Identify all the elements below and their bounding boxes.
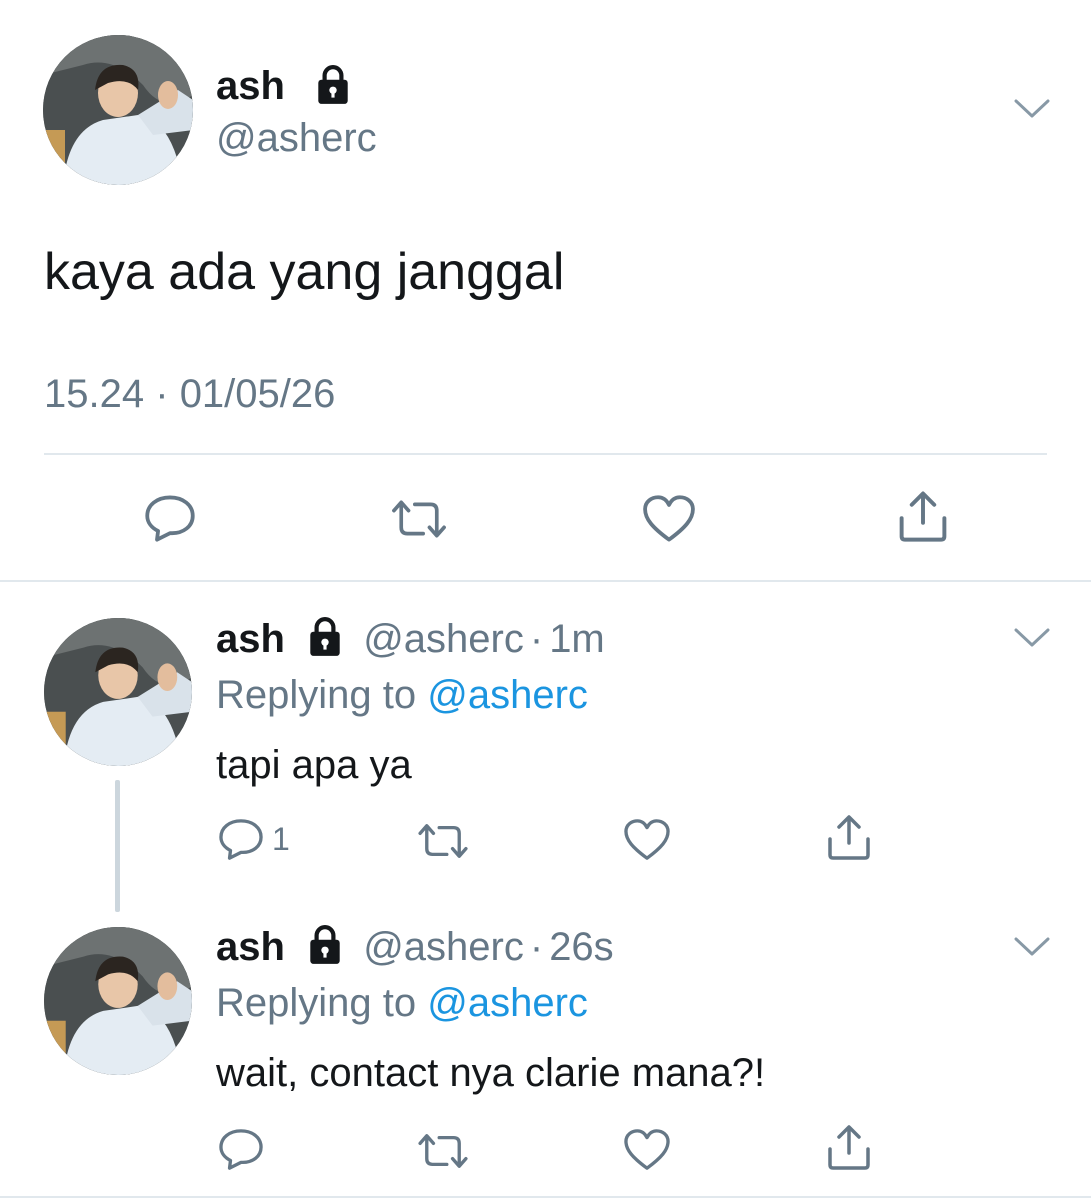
reply-header: ash @asherc · 26s bbox=[216, 924, 614, 970]
like-button[interactable] bbox=[623, 818, 671, 862]
heart-icon bbox=[641, 494, 697, 544]
tweet-text: kaya ada yang janggal bbox=[44, 243, 565, 301]
separator: · bbox=[529, 925, 544, 969]
lock-icon bbox=[304, 616, 346, 658]
chevron-down-icon[interactable] bbox=[1012, 626, 1052, 650]
reply-header: ash @asherc · 1m bbox=[216, 616, 605, 662]
tweet-date: 01/05/26 bbox=[179, 372, 336, 416]
avatar[interactable] bbox=[43, 35, 193, 185]
reply-text: wait, contact nya clarie mana?! bbox=[216, 1051, 766, 1095]
avatar-image bbox=[44, 618, 192, 766]
avatar[interactable] bbox=[44, 618, 192, 766]
tweet-timestamp[interactable]: 15.24 · 01/05/26 bbox=[44, 372, 335, 416]
retweet-icon bbox=[414, 820, 472, 862]
separator: · bbox=[529, 617, 544, 661]
reply-icon bbox=[144, 494, 196, 542]
share-button[interactable] bbox=[825, 812, 873, 862]
handle[interactable]: @asherc bbox=[216, 116, 377, 160]
reply-count: 1 bbox=[272, 820, 290, 857]
share-button[interactable] bbox=[896, 488, 950, 544]
reply-icon bbox=[218, 1128, 264, 1170]
replying-label: Replying to bbox=[216, 673, 417, 717]
reply-button[interactable]: 1 bbox=[218, 818, 290, 860]
handle[interactable]: @asherc bbox=[363, 925, 524, 969]
replying-label: Replying to bbox=[216, 981, 417, 1025]
lock-icon bbox=[304, 924, 346, 966]
reply-button[interactable] bbox=[144, 494, 196, 542]
share-button[interactable] bbox=[825, 1122, 873, 1172]
share-icon bbox=[825, 812, 873, 862]
like-button[interactable] bbox=[623, 1128, 671, 1172]
avatar[interactable] bbox=[44, 927, 192, 1075]
retweet-button[interactable] bbox=[414, 1130, 472, 1172]
display-name[interactable]: ash bbox=[216, 617, 285, 661]
avatar-image bbox=[44, 927, 192, 1075]
bottom-divider bbox=[0, 1196, 1091, 1198]
chevron-down-icon[interactable] bbox=[1012, 935, 1052, 959]
replying-to: Replying to @asherc bbox=[216, 672, 588, 718]
avatar-image bbox=[43, 35, 193, 185]
reply-icon bbox=[218, 818, 264, 860]
lock-icon bbox=[312, 64, 354, 106]
replying-to: Replying to @asherc bbox=[216, 980, 588, 1026]
replying-to-link[interactable]: @asherc bbox=[427, 673, 588, 717]
display-name[interactable]: ash bbox=[216, 64, 285, 108]
reply-button[interactable] bbox=[218, 1128, 264, 1170]
display-name[interactable]: ash bbox=[216, 925, 285, 969]
divider bbox=[44, 453, 1047, 455]
heart-icon bbox=[623, 818, 671, 862]
retweet-button[interactable] bbox=[414, 820, 472, 862]
heart-icon bbox=[623, 1128, 671, 1172]
retweet-icon bbox=[386, 496, 452, 542]
handle[interactable]: @asherc bbox=[363, 617, 524, 661]
timestamp-separator: · bbox=[155, 372, 169, 416]
time-ago[interactable]: 26s bbox=[549, 925, 614, 969]
tweet-time: 15.24 bbox=[44, 372, 145, 416]
like-button[interactable] bbox=[641, 494, 697, 544]
retweet-button[interactable] bbox=[386, 496, 452, 542]
reply-text: tapi apa ya bbox=[216, 743, 412, 787]
section-divider bbox=[0, 580, 1091, 582]
chevron-down-icon[interactable] bbox=[1012, 97, 1052, 121]
share-icon bbox=[896, 488, 950, 544]
time-ago[interactable]: 1m bbox=[549, 617, 605, 661]
replying-to-link[interactable]: @asherc bbox=[427, 981, 588, 1025]
thread-line bbox=[115, 780, 120, 912]
retweet-icon bbox=[414, 1130, 472, 1172]
share-icon bbox=[825, 1122, 873, 1172]
